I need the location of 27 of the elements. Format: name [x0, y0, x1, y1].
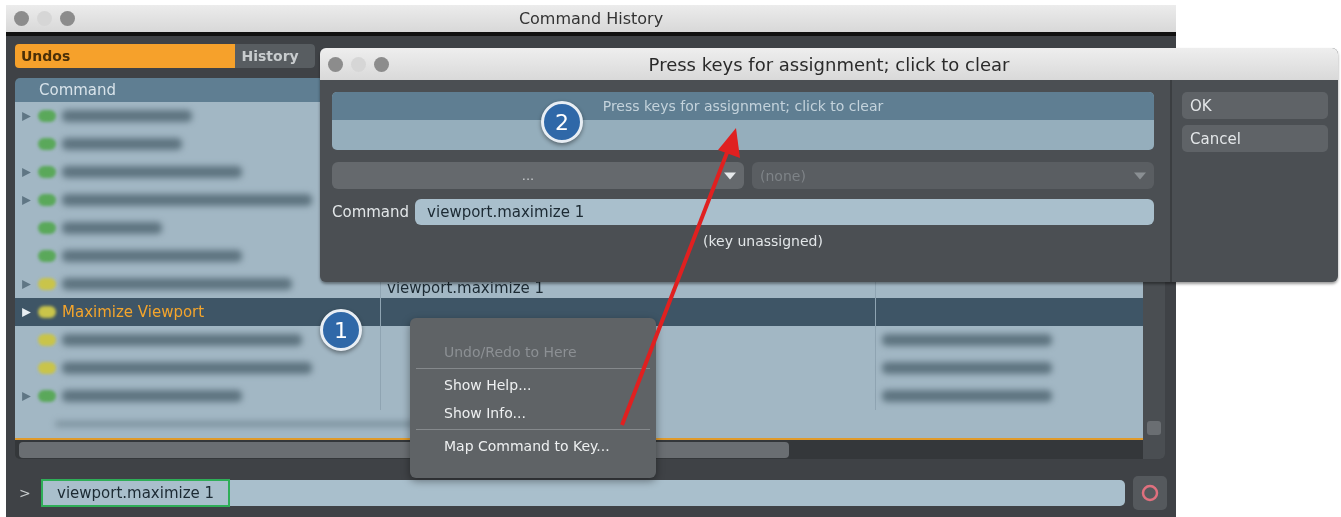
dialog-button[interactable]: Cancel [1182, 125, 1328, 152]
zoom-button[interactable] [60, 11, 75, 26]
status-text: (key unassigned) [702, 233, 824, 249]
record-button[interactable] [1133, 476, 1167, 510]
menu-item[interactable]: Map Command to Key... [410, 432, 656, 460]
caret-icon [724, 171, 736, 180]
expand-arrow-icon[interactable] [21, 306, 32, 318]
circle-icon [1140, 483, 1160, 503]
window-title: Command History [518, 9, 664, 28]
close-button[interactable] [14, 11, 29, 26]
zoom-button[interactable] [374, 56, 389, 72]
tab[interactable]: Undos [15, 44, 236, 68]
tab[interactable]: History [235, 44, 315, 68]
command-name: Maximize Viewport [62, 303, 205, 321]
prompt-symbol: > [18, 485, 32, 501]
dropdown[interactable]: ... [332, 162, 744, 189]
close-button[interactable] [328, 56, 343, 72]
caret-icon [1134, 171, 1146, 180]
menu-item[interactable]: Show Help... [410, 371, 656, 399]
resize-icon[interactable] [1147, 421, 1161, 435]
dialog-title: Press keys for assignment; click to clear [648, 53, 1010, 75]
menu-item[interactable]: Show Info... [410, 399, 656, 427]
command-text: viewport.maximize 1 [41, 479, 231, 507]
command-input-field[interactable]: viewport.maximize 1 [41, 480, 1125, 506]
dialog-button[interactable]: OK [1182, 92, 1328, 119]
command-label: Command [332, 203, 410, 221]
command-field[interactable]: viewport.maximize 1 [415, 199, 1154, 225]
